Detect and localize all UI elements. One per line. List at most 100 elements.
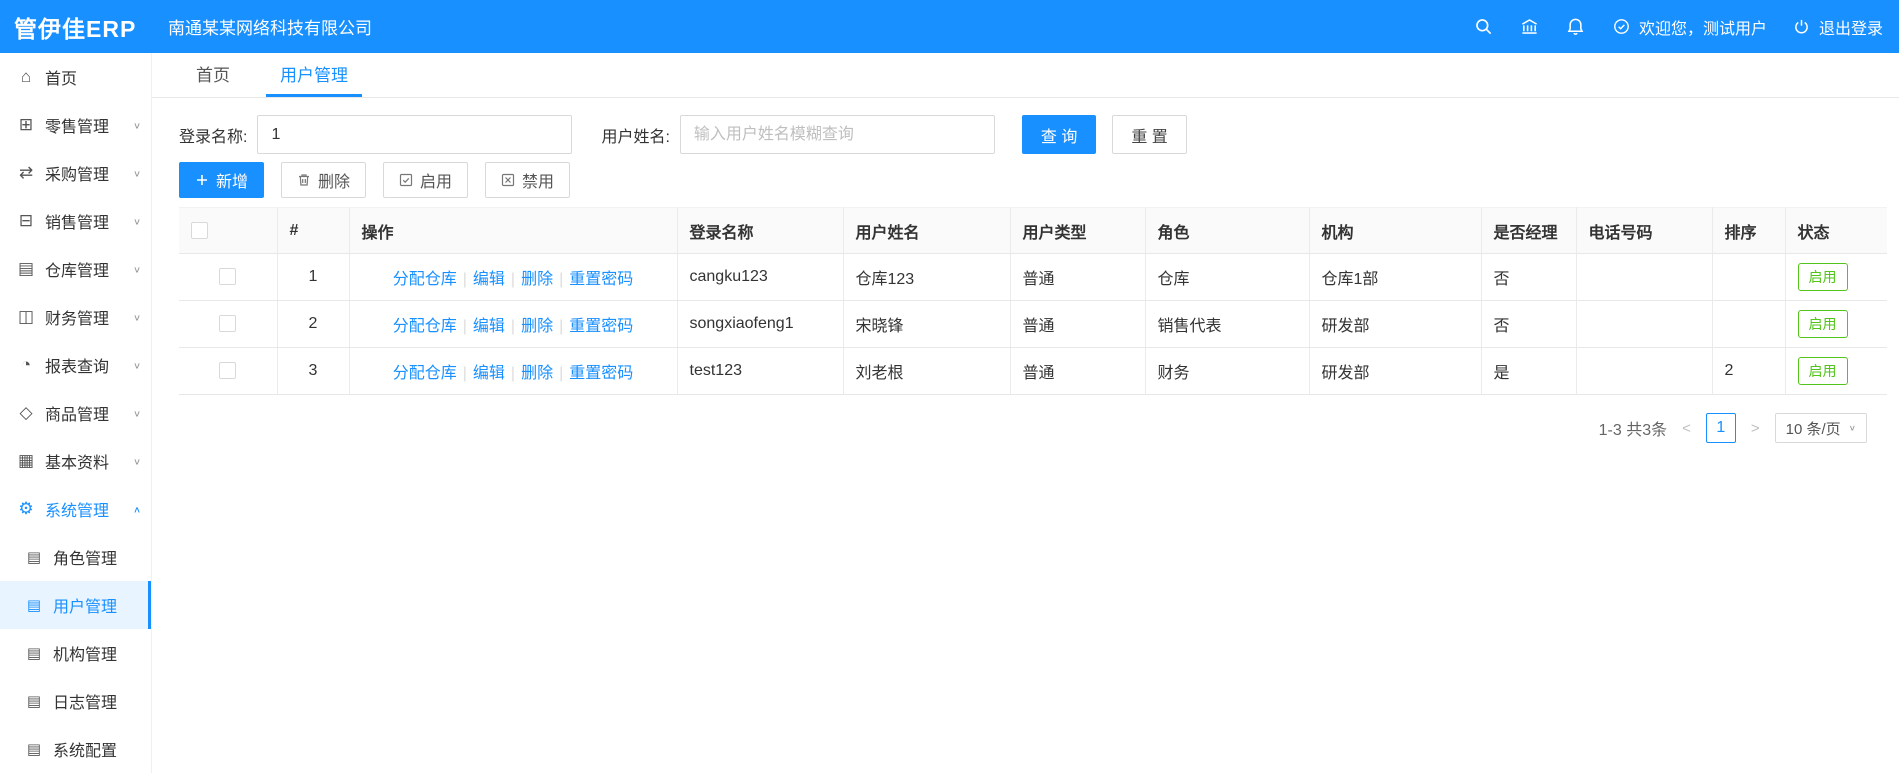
action-edit-link[interactable]: 编辑 xyxy=(473,271,505,288)
status-badge[interactable]: 启用 xyxy=(1797,357,1848,385)
col-status: 状态 xyxy=(1785,207,1887,254)
pagination: 1-3 共3条 < 1 > 10 条/页 ∨ xyxy=(152,413,1867,443)
logout-text: 退出登录 xyxy=(1818,20,1883,38)
pagination-page-1[interactable]: 1 xyxy=(1705,413,1736,443)
cell-user-type: 普通 xyxy=(1010,347,1146,395)
add-button-label: 新增 xyxy=(216,174,249,191)
action-delete-link[interactable]: 删除 xyxy=(521,318,553,335)
sidebar-item-purchase[interactable]: ⇄ 采购管理 ∨ xyxy=(0,149,151,197)
sidebar-item-home[interactable]: ⌂ 首页 xyxy=(0,53,151,101)
welcome-user[interactable]: 欢迎您，测试用户 xyxy=(1611,15,1767,39)
row-checkbox[interactable] xyxy=(219,362,237,380)
sidebar-item-label: 财务管理 xyxy=(45,311,110,328)
separator: | xyxy=(462,365,467,382)
chevron-down-icon: ∨ xyxy=(132,216,141,227)
app-logo: 管伊佳ERP xyxy=(14,15,137,42)
company-name: 南通某某网络科技有限公司 xyxy=(168,19,372,38)
table-header-row: # 操作 登录名称 用户姓名 用户类型 角色 机构 是否经理 电话号码 排序 状… xyxy=(179,207,1887,254)
action-assign-warehouse-link[interactable]: 分配仓库 xyxy=(393,365,457,382)
action-reset-password-link[interactable]: 重置密码 xyxy=(569,318,633,335)
status-badge[interactable]: 启用 xyxy=(1797,263,1848,291)
sidebar-item-basic-data[interactable]: ▦ 基本资料 ∨ xyxy=(0,437,151,485)
sidebar-item-system-config[interactable]: ▤ 系统配置 xyxy=(0,725,151,773)
pagination-prev-icon[interactable]: < xyxy=(1680,420,1693,437)
cell-login-name: songxiaofeng1 xyxy=(677,300,844,348)
col-org: 机构 xyxy=(1309,207,1482,254)
power-icon xyxy=(1791,16,1813,38)
select-all-checkbox[interactable] xyxy=(191,221,208,239)
action-delete-link[interactable]: 删除 xyxy=(521,271,553,288)
sidebar-item-log-mgmt[interactable]: ▤ 日志管理 xyxy=(0,677,151,725)
plus-icon xyxy=(197,175,207,185)
sidebar-item-label: 机构管理 xyxy=(53,647,118,664)
cell-role: 销售代表 xyxy=(1145,300,1310,348)
sidebar-item-sales[interactable]: ⊟ 销售管理 ∨ xyxy=(0,197,151,245)
col-login-name: 登录名称 xyxy=(677,207,844,254)
purchase-icon: ⇄ xyxy=(18,163,34,182)
search-button[interactable]: 查 询 xyxy=(1021,115,1097,154)
tab-home[interactable]: 首页 xyxy=(182,53,244,97)
col-phone: 电话号码 xyxy=(1576,207,1713,254)
cell-is-manager: 否 xyxy=(1481,300,1577,348)
row-checkbox[interactable] xyxy=(219,315,237,333)
col-index: # xyxy=(277,207,350,254)
sidebar-item-user-mgmt[interactable]: ▤ 用户管理 xyxy=(0,581,151,629)
separator: | xyxy=(462,271,467,288)
login-name-input[interactable] xyxy=(257,115,573,154)
table-row: 3 分配仓库 | 编辑 | 删除 | 重置密码 test123 刘老根 普通 财务 研发部 … xyxy=(179,347,1887,395)
sidebar-item-reports[interactable]: ◔ 报表查询 ∨ xyxy=(0,341,151,389)
enable-button[interactable]: 启用 xyxy=(383,162,469,198)
basic-data-icon: ▦ xyxy=(17,451,35,470)
main-content: 首页 用户管理 登录名称: 用户姓名: 查 询 重 置 新增 删除 启用 xyxy=(152,53,1899,773)
disable-button[interactable]: 禁用 xyxy=(485,162,571,198)
action-edit-link[interactable]: 编辑 xyxy=(473,318,505,335)
sidebar-item-goods[interactable]: ◇ 商品管理 ∨ xyxy=(0,389,151,437)
separator: | xyxy=(559,271,564,288)
search-icon[interactable] xyxy=(1473,16,1495,38)
sidebar-item-org-mgmt[interactable]: ▤ 机构管理 xyxy=(0,629,151,677)
cell-phone xyxy=(1576,347,1713,395)
sidebar-item-label: 系统配置 xyxy=(53,743,118,760)
sidebar-item-retail[interactable]: ⊞ 零售管理 ∨ xyxy=(0,101,151,149)
reset-button[interactable]: 重 置 xyxy=(1112,115,1187,154)
delete-button[interactable]: 删除 xyxy=(281,162,367,198)
sidebar-item-warehouse[interactable]: ▤ 仓库管理 ∨ xyxy=(0,245,151,293)
status-badge[interactable]: 启用 xyxy=(1797,310,1848,338)
action-reset-password-link[interactable]: 重置密码 xyxy=(569,365,633,382)
user-name-input[interactable] xyxy=(679,115,995,154)
cell-org: 研发部 xyxy=(1309,300,1482,348)
cell-is-manager: 是 xyxy=(1481,347,1577,395)
retail-icon: ⊞ xyxy=(18,115,34,134)
cell-login-name: cangku123 xyxy=(677,253,844,301)
separator: | xyxy=(462,318,467,335)
tab-user-mgmt[interactable]: 用户管理 xyxy=(266,53,362,97)
add-button[interactable]: 新增 xyxy=(179,162,265,198)
action-assign-warehouse-link[interactable]: 分配仓库 xyxy=(393,271,457,288)
sidebar-item-system[interactable]: ⚙ 系统管理 ∧ xyxy=(0,485,151,533)
bell-icon[interactable] xyxy=(1565,16,1587,38)
finance-icon: ◫ xyxy=(17,307,35,326)
page-size-select[interactable]: 10 条/页 ∨ xyxy=(1774,413,1867,443)
col-actions: 操作 xyxy=(349,207,678,254)
action-delete-link[interactable]: 删除 xyxy=(521,365,553,382)
cell-is-manager: 否 xyxy=(1481,253,1577,301)
pagination-next-icon[interactable]: > xyxy=(1749,420,1762,437)
cell-phone xyxy=(1576,253,1713,301)
sidebar: ⌂ 首页 ⊞ 零售管理 ∨ ⇄ 采购管理 ∨ ⊟ 销售管理 ∨ ▤ 仓库管理 ∨… xyxy=(0,53,152,773)
home-bank-icon[interactable] xyxy=(1519,16,1541,38)
sidebar-item-finance[interactable]: ◫ 财务管理 ∨ xyxy=(0,293,151,341)
action-edit-link[interactable]: 编辑 xyxy=(473,365,505,382)
sidebar-item-label: 销售管理 xyxy=(45,215,110,232)
sidebar-item-role-mgmt[interactable]: ▤ 角色管理 xyxy=(0,533,151,581)
action-assign-warehouse-link[interactable]: 分配仓库 xyxy=(393,318,457,335)
filter-row: 登录名称: 用户姓名: 查 询 重 置 xyxy=(179,115,1899,154)
cell-sort: 2 xyxy=(1712,347,1786,395)
user-circle-icon xyxy=(1611,16,1633,38)
action-reset-password-link[interactable]: 重置密码 xyxy=(569,271,633,288)
row-index: 3 xyxy=(277,347,350,395)
document-icon: ▤ xyxy=(26,549,42,566)
row-checkbox[interactable] xyxy=(219,268,237,286)
pagination-total: 1-3 共3条 xyxy=(1598,422,1668,439)
logout-button[interactable]: 退出登录 xyxy=(1791,15,1883,39)
cell-user-name: 宋晓锋 xyxy=(843,300,1011,348)
